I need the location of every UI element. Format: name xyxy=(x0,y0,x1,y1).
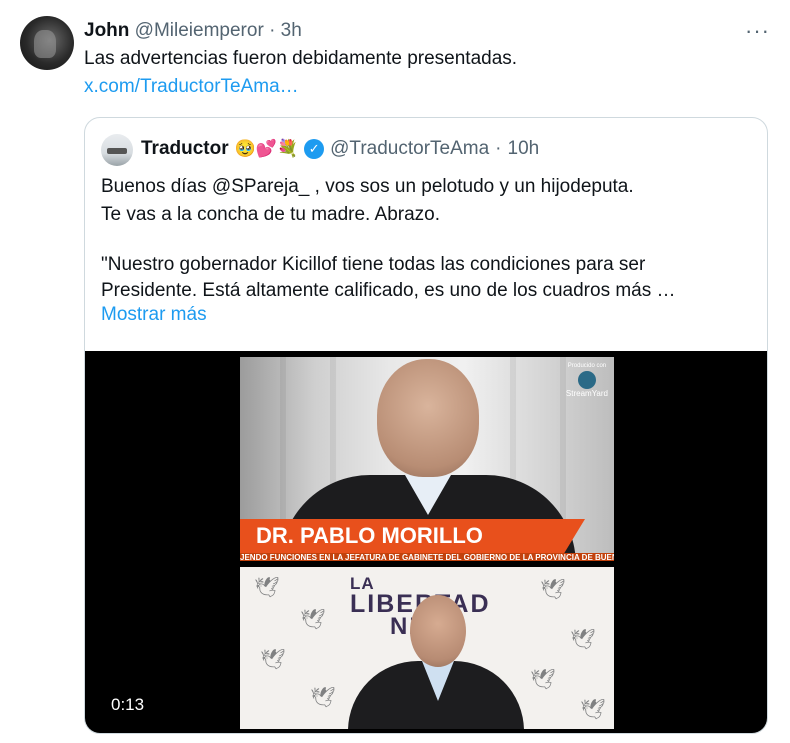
quote-text-line: Buenos días @SPareja_ , vos sos un pelot… xyxy=(101,176,634,197)
more-options-icon[interactable]: ··· xyxy=(745,18,770,44)
dove-icon: 🕊 xyxy=(310,687,336,709)
streamyard-caption: Producido con xyxy=(567,363,607,369)
quote-text-line: Presidente. Está altamente calificado, e… xyxy=(101,280,676,301)
speaker2-head xyxy=(410,595,466,667)
streamyard-logo: Producido con StreamYard xyxy=(566,363,608,398)
author-handle[interactable]: @Mileiemperor xyxy=(135,20,264,41)
dove-icon: 🕊 xyxy=(540,579,566,601)
quote-author-avatar[interactable] xyxy=(101,134,133,166)
video-frame-bottom: 🕊 🕊 🕊 🕊 🕊 🕊 🕊 🕊 LA LIBERTAD NZA xyxy=(240,567,614,729)
dove-icon: 🕊 xyxy=(254,577,280,599)
show-more-link[interactable]: Mostrar más xyxy=(101,304,207,326)
streamyard-name: StreamYard xyxy=(565,389,608,398)
dove-icon: 🕊 xyxy=(580,699,606,721)
dove-icon: 🕊 xyxy=(530,669,556,691)
quoted-tweet[interactable]: Traductor 🥹💕💐 ✓ @TraductorTeAma · 10h Bu… xyxy=(84,117,768,734)
quote-author-handle[interactable]: @TraductorTeAma xyxy=(330,138,489,160)
author-name[interactable]: John xyxy=(84,20,129,41)
author-avatar[interactable] xyxy=(20,16,74,70)
news-ticker: JENDO FUNCIONES EN LA JEFATURA DE GABINE… xyxy=(240,553,614,561)
quote-text-line: Te vas a la concha de tu madre. Abrazo. xyxy=(101,204,441,225)
speaker-name-banner: DR. PABLO MORILLO xyxy=(240,519,585,553)
tweet-time[interactable]: 3h xyxy=(281,20,302,41)
dove-icon: 🕊 xyxy=(570,629,596,651)
quote-separator-dot: · xyxy=(495,138,502,159)
video-duration: 0:13 xyxy=(111,695,145,714)
tweet-link[interactable]: x.com/TraductorTeAma… xyxy=(84,76,299,98)
quote-header: Traductor 🥹💕💐 ✓ @TraductorTeAma · 10h xyxy=(141,138,539,160)
speaker-head xyxy=(377,359,479,477)
quote-author-emojis: 🥹💕💐 xyxy=(234,139,299,158)
streamyard-icon xyxy=(577,371,596,389)
quote-author-name[interactable]: Traductor xyxy=(141,138,229,160)
dove-icon: 🕊 xyxy=(260,649,286,671)
video-player[interactable]: DR. PABLO MORILLO JENDO FUNCIONES EN LA … xyxy=(85,351,767,733)
quote-text-line: "Nuestro gobernador Kicillof tiene todas… xyxy=(101,254,646,275)
tweet-header: John @Mileiemperor · 3h xyxy=(84,20,302,42)
verified-badge-icon: ✓ xyxy=(304,139,325,159)
video-frame-top: DR. PABLO MORILLO JENDO FUNCIONES EN LA … xyxy=(240,357,614,561)
tweet-text: Las advertencias fueron debidamente pres… xyxy=(84,48,518,69)
quote-time[interactable]: 10h xyxy=(508,138,540,160)
separator-dot: · xyxy=(269,20,276,41)
dove-icon: 🕊 xyxy=(300,609,326,631)
